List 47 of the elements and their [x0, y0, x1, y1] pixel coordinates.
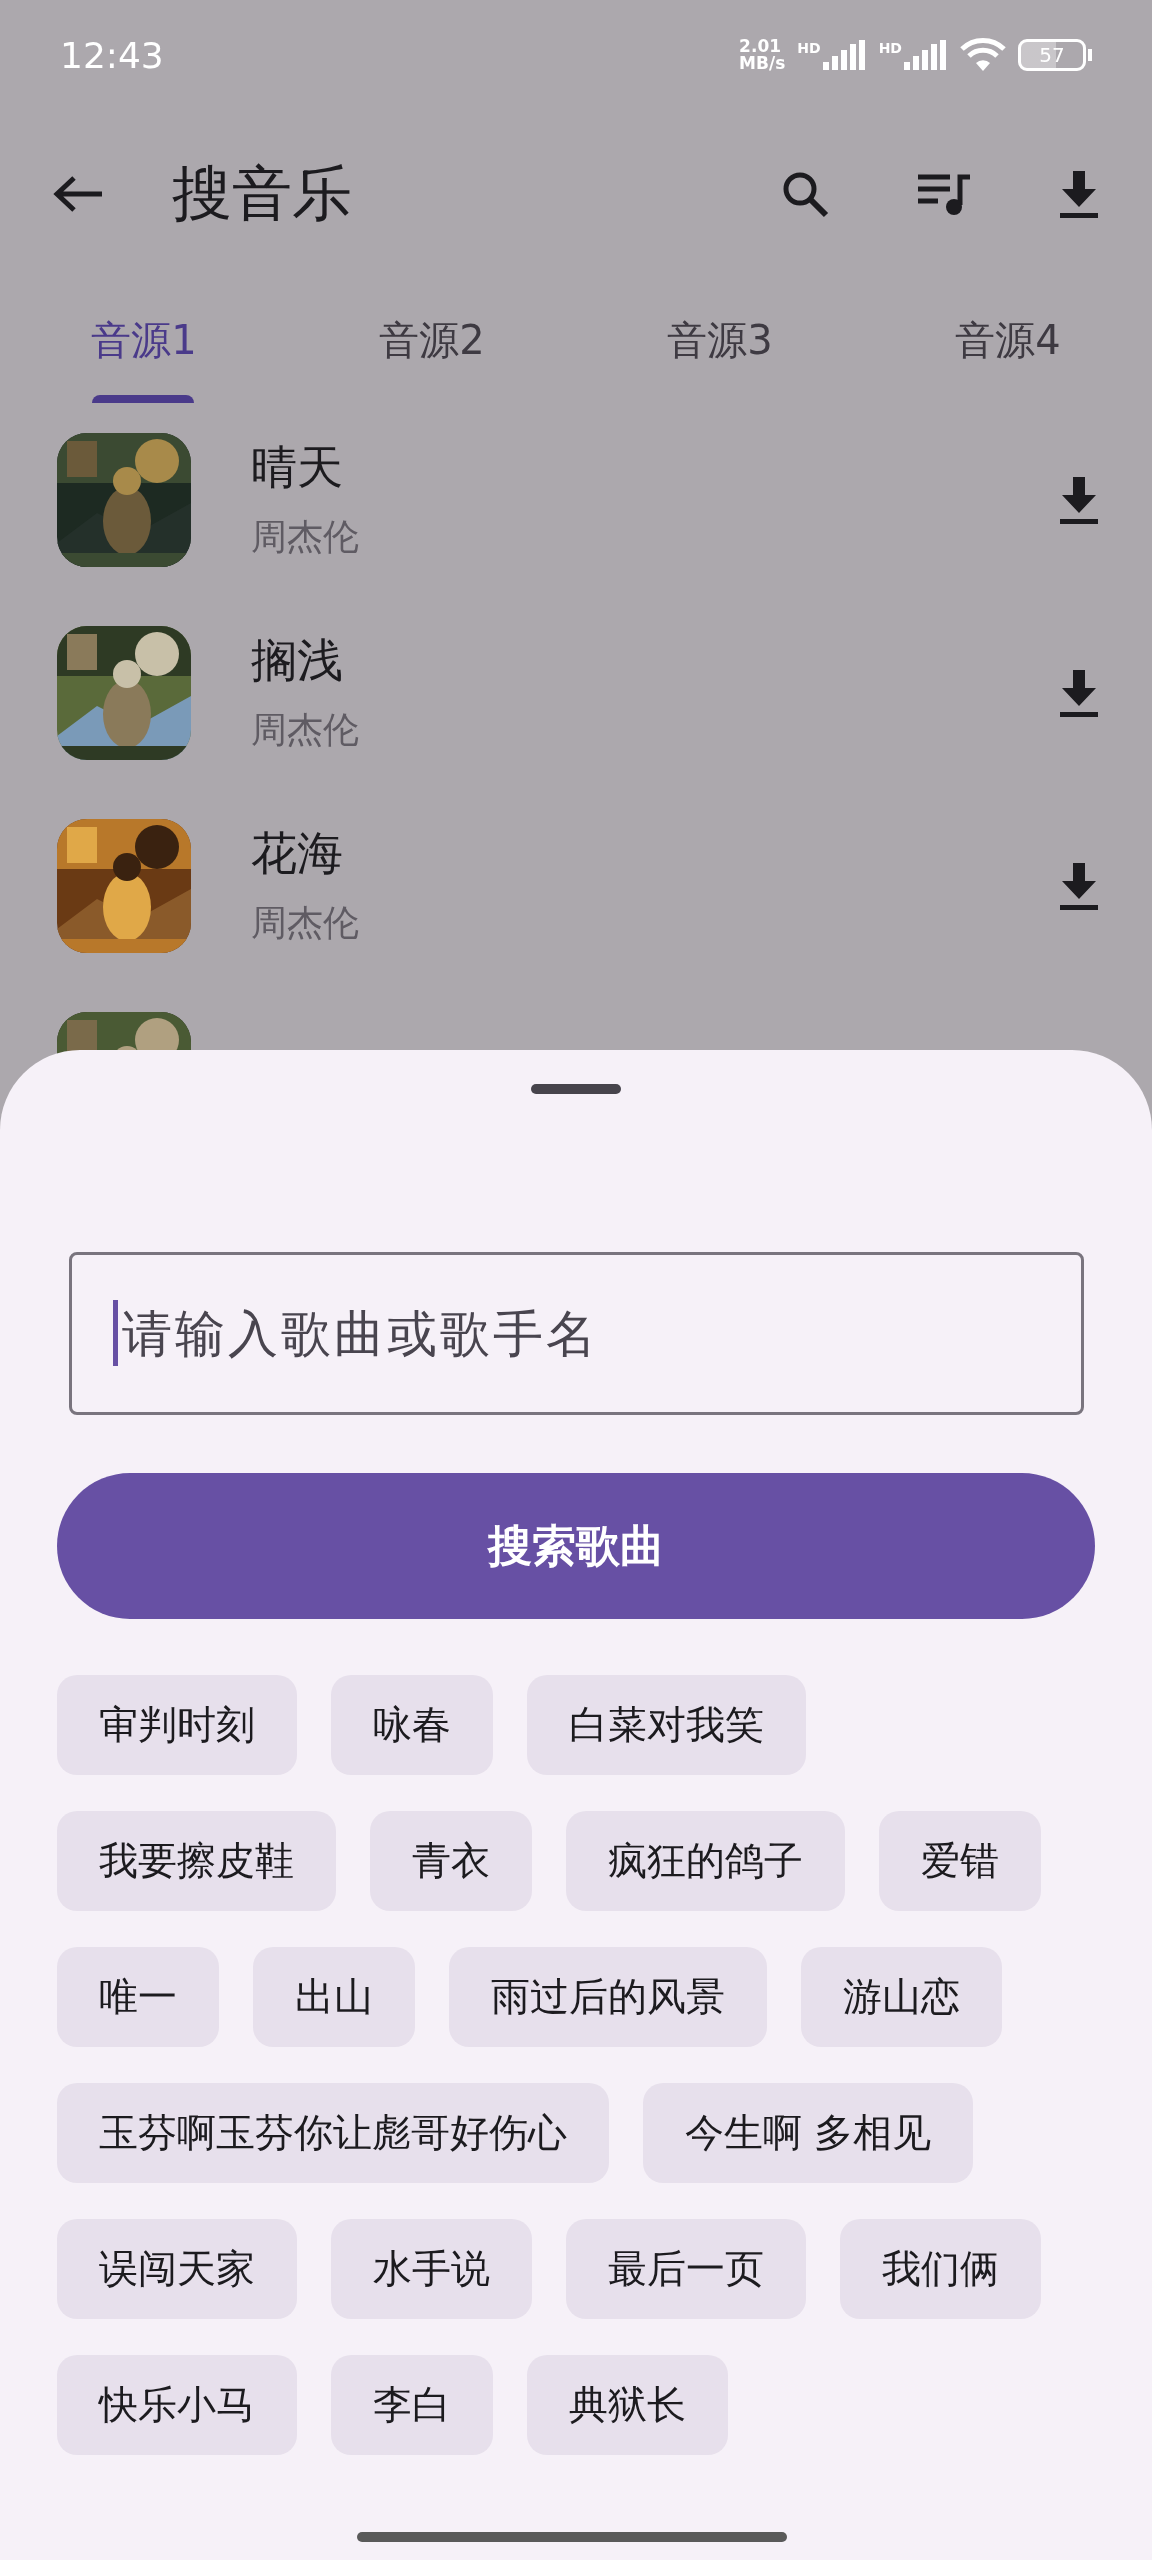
- song-title: 晴天: [251, 439, 344, 496]
- suggestion-chip[interactable]: 青衣: [370, 1811, 532, 1911]
- search-field[interactable]: 请输入歌曲或歌手名: [68, 1252, 1084, 1415]
- suggestion-chip[interactable]: 审判时刻: [57, 1675, 297, 1775]
- drag-handle[interactable]: [531, 1084, 621, 1094]
- signal-icon: [822, 40, 867, 70]
- wifi-icon: [960, 37, 1006, 73]
- back-arrow-icon[interactable]: [52, 174, 104, 214]
- download-icon[interactable]: [1058, 474, 1100, 525]
- suggestion-chip[interactable]: 疯狂的鸽子: [566, 1811, 845, 1911]
- source-tab[interactable]: 音源2: [288, 278, 576, 403]
- signal-icon: [904, 40, 948, 70]
- source-tab[interactable]: 音源1: [0, 278, 288, 403]
- download-icon[interactable]: [1058, 667, 1100, 718]
- suggestion-chip[interactable]: 咏春: [331, 1675, 493, 1775]
- suggestion-chip[interactable]: 李白: [331, 2355, 493, 2455]
- download-icon[interactable]: [1058, 860, 1100, 911]
- suggestion-chip[interactable]: 误闯天家: [57, 2219, 297, 2319]
- hd-label: HD: [878, 40, 902, 56]
- suggestion-chip[interactable]: 白菜对我笑: [527, 1675, 806, 1775]
- suggestion-chip[interactable]: 最后一页: [566, 2219, 806, 2319]
- suggestion-chip[interactable]: 我要擦皮鞋: [57, 1811, 336, 1911]
- artist-name: 周杰伦: [251, 901, 359, 945]
- status-time: 12:43: [60, 34, 164, 76]
- suggestion-chip[interactable]: 游山恋: [801, 1947, 1002, 2047]
- suggestion-chip[interactable]: 出山: [253, 1947, 415, 2047]
- source-tab[interactable]: 音源3: [576, 278, 864, 403]
- artist-name: 周杰伦: [251, 708, 359, 752]
- suggestion-chip[interactable]: 水手说: [331, 2219, 532, 2319]
- source-tab[interactable]: 音源4: [864, 278, 1152, 403]
- suggestion-chip[interactable]: 今生啊 多相见: [643, 2083, 974, 2183]
- suggestion-chip[interactable]: 唯一: [57, 1947, 219, 2047]
- song-title: 搁浅: [251, 632, 344, 689]
- hd-label: HD: [797, 40, 821, 56]
- network-speed: 2.01 MB/s: [739, 38, 786, 72]
- suggestion-chip[interactable]: 我们俩: [840, 2219, 1041, 2319]
- page-title: 搜音乐: [172, 156, 352, 230]
- suggestion-chip[interactable]: 雨过后的风景: [449, 1947, 767, 2047]
- suggestion-chip[interactable]: 快乐小马: [57, 2355, 297, 2455]
- suggestion-chip[interactable]: 典狱长: [527, 2355, 728, 2455]
- search-button[interactable]: 搜索歌曲: [57, 1473, 1095, 1619]
- suggestion-chip[interactable]: 玉芬啊玉芬你让彪哥好伤心: [57, 2083, 609, 2183]
- suggestion-chip[interactable]: 爱错: [879, 1811, 1041, 1911]
- artist-name: 周杰伦: [251, 515, 359, 559]
- song-title: 花海: [251, 825, 344, 882]
- download-icon[interactable]: [1058, 169, 1100, 219]
- text-cursor: [112, 1300, 118, 1366]
